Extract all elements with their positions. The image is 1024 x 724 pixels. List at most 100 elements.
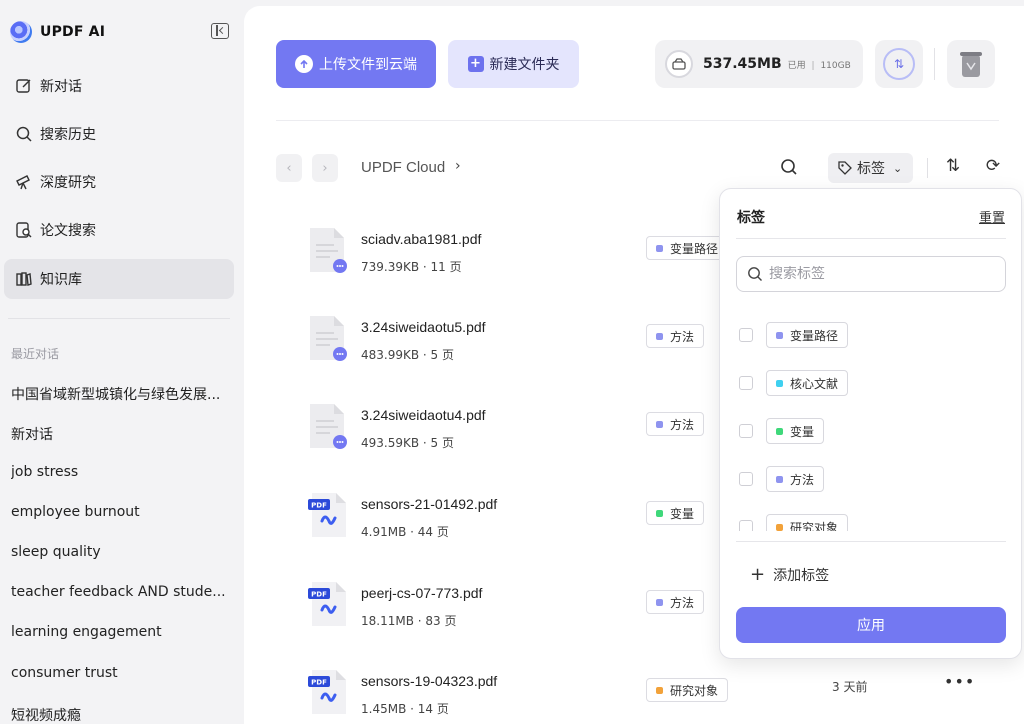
tag-checkbox[interactable] xyxy=(739,472,753,486)
tag-checkbox[interactable] xyxy=(739,520,753,531)
file-meta: 18.11MB · 83 页 xyxy=(361,614,457,628)
sync-button[interactable]: ⇅ xyxy=(875,40,923,88)
tag-icon xyxy=(838,161,852,175)
file-name: sciadv.aba1981.pdf xyxy=(361,231,482,247)
tag-filter-popover: 标签 重置 变量路径 核心文献 变量 方法 研究对象 + 添加标签 应用 xyxy=(719,188,1022,659)
recent-chat-item[interactable]: teacher feedback AND stude... xyxy=(11,584,233,600)
document-chat-icon xyxy=(308,402,348,450)
recent-chat-item[interactable]: job stress xyxy=(11,464,233,480)
file-name: sensors-19-04323.pdf xyxy=(361,673,498,689)
chevron-right-icon: › xyxy=(455,158,461,174)
file-tag[interactable]: 变量路径 xyxy=(646,236,729,260)
search-icon xyxy=(748,267,762,281)
tag-color-dot xyxy=(656,420,663,428)
forward-button[interactable]: › xyxy=(312,154,338,182)
file-tag-label: 变量路径 xyxy=(670,241,719,256)
storage-used-value: 537.45MB xyxy=(703,56,782,72)
sidebar-item-search-history[interactable]: 搜索历史 xyxy=(4,114,234,154)
edit-icon xyxy=(14,76,34,96)
sidebar-collapse-icon[interactable] xyxy=(211,23,229,39)
file-tag[interactable]: 研究对象 xyxy=(646,678,729,702)
tag-chip-label: 方法 xyxy=(790,472,815,487)
file-tag-label: 方法 xyxy=(670,595,695,610)
back-button[interactable]: ‹ xyxy=(276,154,302,182)
pdf-badge: PDF xyxy=(311,679,327,687)
search-icon xyxy=(14,124,34,144)
reset-button[interactable]: 重置 xyxy=(979,207,1005,226)
add-tag-button[interactable]: + 添加标签 xyxy=(750,565,829,585)
sidebar-item-label: 新对话 xyxy=(40,79,82,95)
file-tag[interactable]: 方法 xyxy=(646,324,705,348)
recent-chat-item[interactable]: 短视频成瘾 xyxy=(11,705,233,724)
pdf-file-icon: PDF xyxy=(308,668,348,716)
tag-color-dot xyxy=(656,598,663,606)
sidebar-item-knowledge-base[interactable]: 知识库 xyxy=(4,259,234,299)
refresh-icon[interactable]: ⟳ xyxy=(982,156,1004,178)
file-tag-label: 研究对象 xyxy=(670,683,719,698)
apply-button[interactable]: 应用 xyxy=(736,607,1006,643)
file-row[interactable]: PDF sensors-19-04323.pdf 1.45MB · 14 页 研… xyxy=(276,668,999,724)
file-tag[interactable]: 变量 xyxy=(646,501,705,525)
tag-chip-label: 核心文献 xyxy=(790,376,839,391)
recent-chat-item[interactable]: 中国省域新型城镇化与绿色发展... xyxy=(11,384,233,404)
tag-option[interactable]: 方法 xyxy=(736,466,825,492)
sidebar-item-label: 知识库 xyxy=(40,272,82,288)
document-chat-icon xyxy=(308,226,348,274)
tag-checkbox[interactable] xyxy=(739,328,753,342)
sync-icon: ⇅ xyxy=(883,48,915,80)
sidebar-item-paper-search[interactable]: 论文搜索 xyxy=(4,210,234,250)
tag-option[interactable]: 核心文献 xyxy=(736,370,849,396)
pdf-badge: PDF xyxy=(311,591,327,599)
recent-chats-heading: 最近对话 xyxy=(11,347,60,361)
recent-chat-item[interactable]: 新对话 xyxy=(11,424,233,444)
tag-chip: 变量 xyxy=(766,418,825,444)
upload-to-cloud-button[interactable]: 上传文件到云端 xyxy=(276,40,436,88)
library-icon xyxy=(14,269,34,289)
tag-panel-divider xyxy=(736,238,1006,239)
recent-chat-item[interactable]: consumer trust xyxy=(11,665,233,681)
trash-button[interactable] xyxy=(947,40,995,88)
new-folder-button[interactable]: + 新建文件夹 xyxy=(448,40,579,88)
more-options-icon[interactable]: ••• xyxy=(944,672,975,691)
brand: UPDF AI xyxy=(10,20,105,44)
sidebar-item-deep-research[interactable]: 深度研究 xyxy=(4,162,234,202)
recent-chat-item[interactable]: sleep quality xyxy=(11,544,233,560)
tag-color-dot xyxy=(776,427,783,435)
file-name: sensors-21-01492.pdf xyxy=(361,496,498,512)
updf-logo-icon xyxy=(10,21,32,43)
tag-chip: 方法 xyxy=(766,466,825,492)
tag-search-input[interactable] xyxy=(769,266,989,282)
storage-usage[interactable]: 537.45MB 已用 | 110GB xyxy=(655,40,863,88)
file-name: peerj-cs-07-773.pdf xyxy=(361,585,483,601)
storage-total: 110GB xyxy=(820,60,851,71)
sidebar-item-label: 深度研究 xyxy=(40,175,96,191)
file-tag[interactable]: 方法 xyxy=(646,590,705,614)
tag-filter-dropdown[interactable]: 标签 ⌄ xyxy=(828,153,913,183)
recent-chat-item[interactable]: employee burnout xyxy=(11,504,233,520)
recent-chat-item[interactable]: learning engagement xyxy=(11,624,233,640)
tag-color-dot xyxy=(776,379,783,387)
tag-option[interactable]: 变量路径 xyxy=(736,322,849,348)
sort-icon[interactable]: ⇅ xyxy=(942,156,964,178)
file-tag[interactable]: 方法 xyxy=(646,412,705,436)
telescope-icon xyxy=(14,172,34,192)
sidebar-item-label: 搜索历史 xyxy=(40,127,96,143)
sidebar-item-new-chat[interactable]: 新对话 xyxy=(4,66,234,106)
tag-chip-label: 变量 xyxy=(790,424,815,439)
tag-search-field[interactable] xyxy=(736,256,1006,292)
search-icon[interactable] xyxy=(780,158,800,178)
file-tag-label: 方法 xyxy=(670,329,695,344)
tag-option[interactable]: 研究对象 xyxy=(736,514,849,531)
header-divider xyxy=(276,120,999,121)
tag-option[interactable]: 变量 xyxy=(736,418,825,444)
tag-checkbox[interactable] xyxy=(739,376,753,390)
pdf-file-icon: PDF xyxy=(308,580,348,628)
file-date: 3 天前 xyxy=(832,680,868,694)
add-tag-label: 添加标签 xyxy=(773,568,830,584)
upload-label: 上传文件到云端 xyxy=(319,57,417,73)
tag-color-dot xyxy=(656,244,663,252)
chevron-down-icon: ⌄ xyxy=(893,161,903,175)
new-folder-label: 新建文件夹 xyxy=(489,57,560,73)
tag-checkbox[interactable] xyxy=(739,424,753,438)
breadcrumb-root[interactable]: UPDF Cloud xyxy=(361,159,445,176)
